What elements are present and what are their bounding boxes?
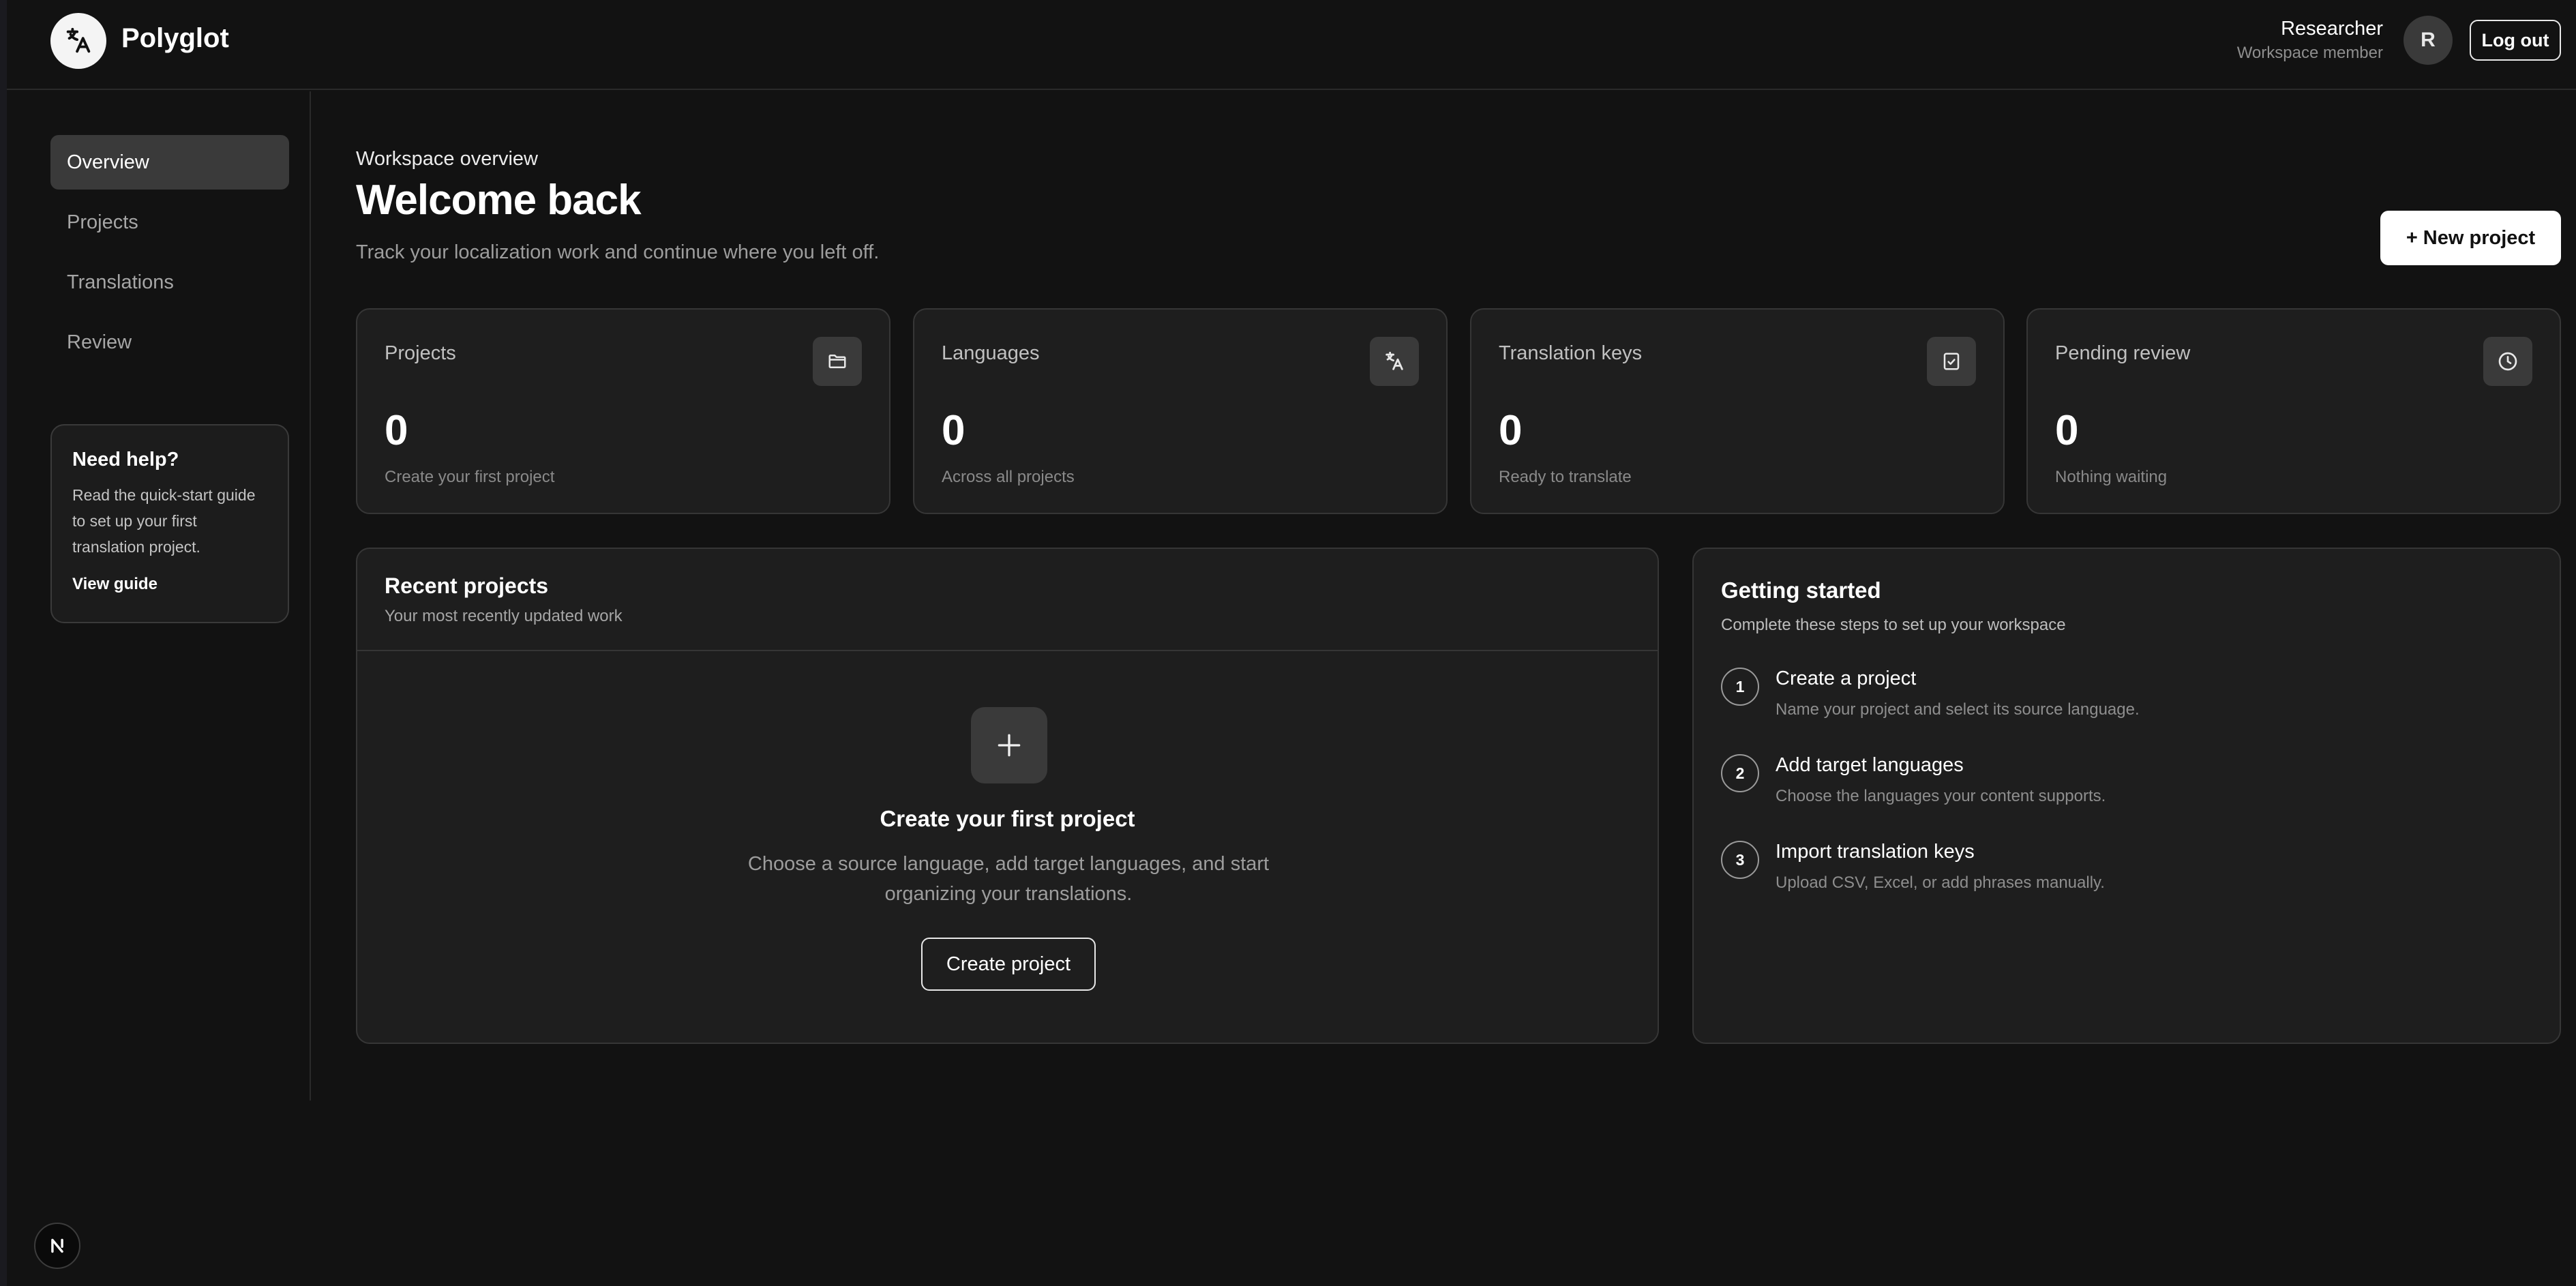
stat-note: Nothing waiting — [2055, 468, 2168, 486]
stat-label: Languages — [942, 342, 1040, 364]
stat-note: Ready to translate — [1499, 468, 1632, 486]
stat-value: 0 — [385, 407, 408, 454]
recent-projects-subtitle: Your most recently updated work — [385, 607, 623, 625]
page-eyebrow: Workspace overview — [356, 148, 539, 170]
help-title: Need help? — [72, 449, 179, 470]
step-item: 3 Import translation keys Upload CSV, Ex… — [1721, 841, 2526, 909]
stat-value: 0 — [2055, 407, 2079, 454]
stat-card-projects: Projects 0 Create your first project — [356, 308, 890, 514]
user-role: Workspace member — [2236, 44, 2383, 62]
sidebar-item-translations[interactable]: Translations — [50, 255, 289, 310]
checkbox-icon — [1927, 337, 1976, 386]
help-body: Read the quick-start guide to set up you… — [72, 486, 256, 556]
stat-value: 0 — [942, 407, 965, 454]
stat-card-translation-keys: Translation keys 0 Ready to translate — [1470, 308, 2005, 514]
avatar[interactable]: R — [2403, 16, 2453, 65]
step-number: 2 — [1721, 754, 1759, 792]
empty-state-description: Choose a source language, add target lan… — [747, 853, 1270, 905]
folder-icon — [813, 337, 862, 386]
getting-started-panel: Getting started Complete these steps to … — [1692, 548, 2561, 1044]
step-number: 1 — [1721, 668, 1759, 706]
step-description: Choose the languages your content suppor… — [1776, 787, 2106, 805]
getting-started-title: Getting started — [1721, 578, 1881, 603]
create-project-button[interactable]: Create project — [921, 938, 1096, 991]
recent-projects-header: Recent projects Your most recently updat… — [357, 549, 1658, 651]
stat-note: Create your first project — [385, 468, 555, 486]
sidebar-item-review[interactable]: Review — [50, 315, 289, 370]
help-card: Need help? Read the quick-start guide to… — [50, 424, 289, 623]
translate-logo-icon[interactable] — [50, 13, 106, 69]
plus-icon — [971, 707, 1047, 783]
step-description: Name your project and select its source … — [1776, 700, 2140, 719]
step-title: Create a project — [1776, 668, 1917, 689]
user-name: Researcher — [2281, 18, 2383, 40]
view-guide-link[interactable]: View guide — [72, 575, 158, 594]
stat-label: Pending review — [2055, 342, 2191, 364]
step-title: Add target languages — [1776, 754, 1964, 776]
stat-label: Translation keys — [1499, 342, 1643, 364]
brand-name: Polyglot — [121, 23, 229, 53]
sidebar-item-projects[interactable]: Projects — [50, 195, 289, 250]
stat-card-pending-review: Pending review 0 Nothing waiting — [2026, 308, 2561, 514]
step-item: 2 Add target languages Choose the langua… — [1721, 754, 2526, 822]
top-header: Polyglot Researcher Workspace member R L… — [7, 0, 2576, 90]
recent-projects-title: Recent projects — [385, 573, 549, 598]
page-title: Welcome back — [356, 177, 642, 224]
page-subtitle: Track your localization work and continu… — [356, 241, 880, 263]
stat-value: 0 — [1499, 407, 1523, 454]
stat-label: Projects — [385, 342, 456, 364]
dev-tools-badge-icon[interactable] — [34, 1223, 80, 1269]
step-item: 1 Create a project Name your project and… — [1721, 668, 2526, 736]
translate-icon — [1370, 337, 1419, 386]
step-number: 3 — [1721, 841, 1759, 879]
window-edge — [0, 0, 7, 1286]
getting-started-subtitle: Complete these steps to set up your work… — [1721, 616, 2066, 634]
stat-card-languages: Languages 0 Across all projects — [913, 308, 1448, 514]
clock-icon — [2483, 337, 2532, 386]
empty-state-title: Create your first project — [880, 806, 1135, 831]
step-title: Import translation keys — [1776, 841, 1975, 863]
sidebar: Overview Projects Translations Review Ne… — [7, 91, 311, 1101]
new-project-button[interactable]: + New project — [2380, 211, 2561, 265]
logout-button[interactable]: Log out — [2470, 20, 2561, 61]
stat-note: Across all projects — [942, 468, 1075, 486]
sidebar-item-overview[interactable]: Overview — [50, 135, 289, 190]
recent-projects-panel: Recent projects Your most recently updat… — [356, 548, 1659, 1044]
step-description: Upload CSV, Excel, or add phrases manual… — [1776, 873, 2105, 892]
